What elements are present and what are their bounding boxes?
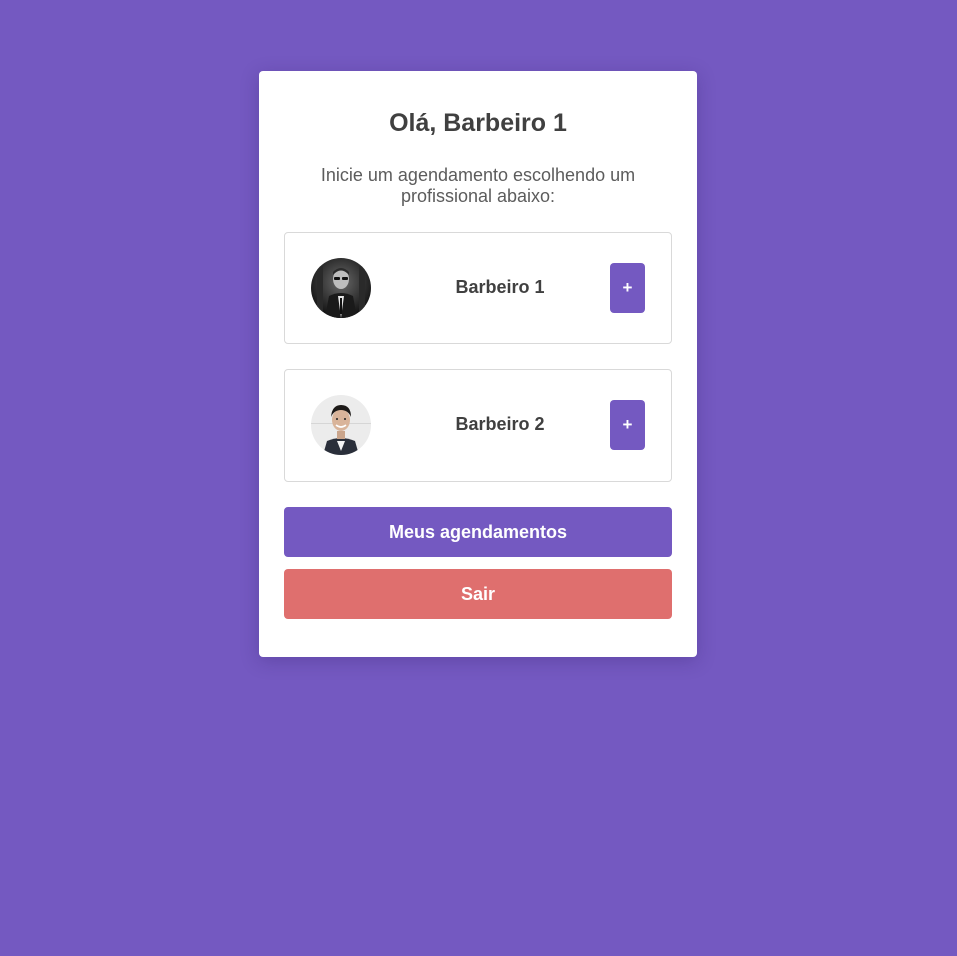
barber-2-name: Barbeiro 2 <box>455 414 545 434</box>
logout-button[interactable]: Sair <box>284 569 672 619</box>
barber-1-photo <box>311 258 371 318</box>
barber-card-1: Barbeiro 1 + <box>284 232 672 344</box>
login-card: Olá, Barbeiro 1 Inicie um agendamento es… <box>259 71 697 657</box>
barber-1-avatar <box>311 258 371 318</box>
barber-card-2: Barbeiro 2 + <box>284 369 672 482</box>
page-subtitle: Inicie um agendamento escolhendo um prof… <box>320 165 636 206</box>
add-appointment-button-barber-1[interactable]: + <box>610 263 645 313</box>
barber-1-name: Barbeiro 1 <box>455 277 545 297</box>
barber-2-photo <box>311 395 371 455</box>
my-appointments-button[interactable]: Meus agendamentos <box>284 507 672 557</box>
barber-2-avatar <box>311 395 371 455</box>
add-appointment-button-barber-2[interactable]: + <box>610 400 645 450</box>
page-title: Olá, Barbeiro 1 <box>389 109 567 137</box>
